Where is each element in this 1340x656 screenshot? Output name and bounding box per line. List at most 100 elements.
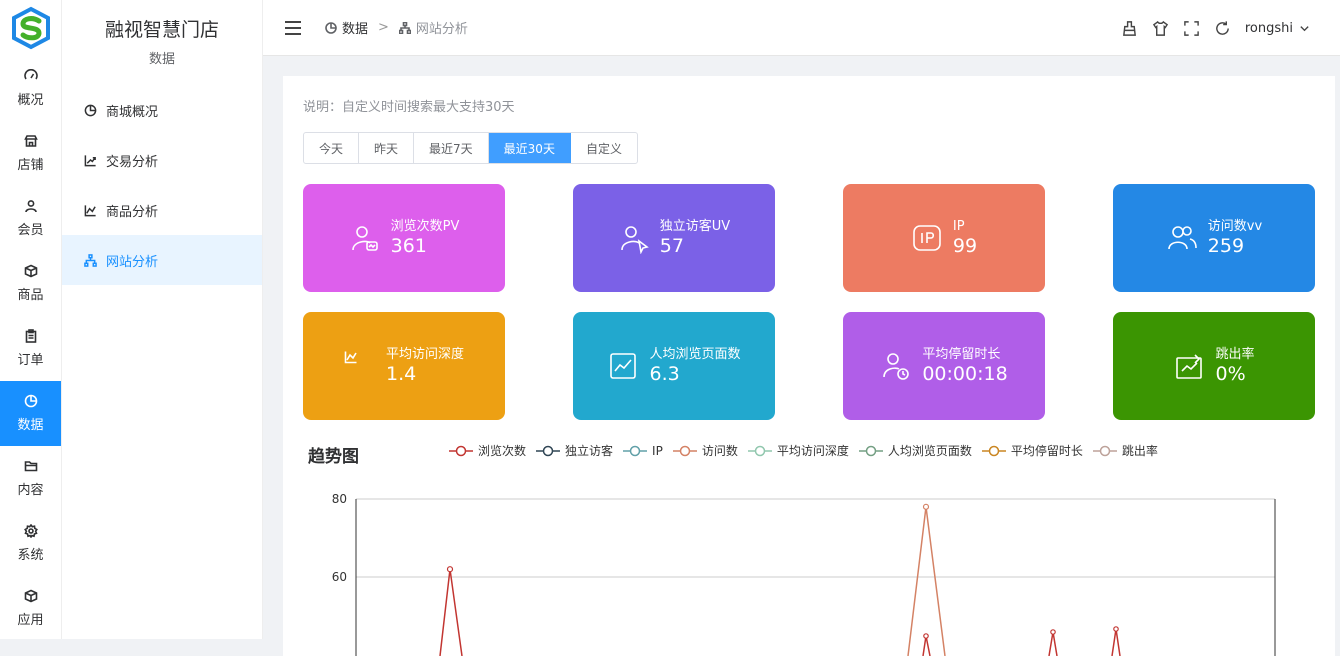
legend-item[interactable]: 浏览次数 [449, 442, 526, 459]
data-point [1050, 629, 1056, 635]
trend-up-icon [84, 154, 96, 166]
rail-item-8[interactable]: 应用 [0, 576, 61, 641]
stat-card: IP 99 [843, 184, 1045, 292]
stat-value: 259 [1207, 235, 1245, 257]
user-menu[interactable]: rongshi [1245, 21, 1310, 36]
sub-nav: 融视智慧门店 数据 商城概况 交易分析 商品分析 网站分析 [62, 0, 263, 639]
stat-label: 人均浏览页面数 [649, 347, 741, 362]
rail-item-label: 订单 [17, 353, 44, 368]
rail-item-5[interactable]: 数据 [0, 381, 61, 446]
trend-chart-title: 趋势图 [308, 447, 359, 467]
sub-nav-label: 交易分析 [106, 154, 159, 170]
clear-cache-icon[interactable] [1121, 20, 1138, 37]
stat-card: 跳出率 0% [1113, 312, 1315, 420]
range-button-2[interactable]: 最近7天 [414, 133, 489, 163]
range-button-0[interactable]: 今天 [304, 133, 360, 163]
users-icon [1167, 226, 1197, 250]
stat-value: 361 [390, 235, 427, 257]
stat-label: 浏览次数PV [390, 219, 460, 234]
stat-card: 人均浏览页面数 6.3 [573, 312, 775, 420]
rail-item-3[interactable]: 商品 [0, 251, 61, 316]
username: rongshi [1244, 20, 1293, 36]
rail-item-6[interactable]: 内容 [0, 446, 61, 511]
clipboard-icon [25, 329, 36, 343]
stat-card: 平均访问深度 1.4 [303, 312, 505, 420]
stat-card: 平均停留时长 00:00:18 [843, 312, 1045, 420]
refresh-icon[interactable] [1214, 20, 1231, 37]
stat-card: 浏览次数PV 361 [303, 184, 505, 292]
store-name: 融视智慧门店 [104, 19, 219, 41]
menu-toggle-icon[interactable] [285, 20, 301, 35]
series-line [1048, 631, 1058, 656]
rail-item-label: 应用 [17, 613, 44, 628]
fullscreen-icon[interactable] [1183, 20, 1200, 37]
stat-value: 0% [1215, 363, 1246, 385]
data-point [446, 566, 454, 573]
shop-icon [23, 135, 38, 147]
main-nav-rail: 概况店铺会员商品订单数据 内容 系统应用 [0, 0, 62, 639]
stat-card: 访问数vv 259 [1113, 184, 1315, 292]
stat-label: 访问数vv [1207, 219, 1263, 234]
legend-marker [981, 445, 1006, 456]
legend-item[interactable]: 独立访客 [536, 442, 613, 459]
rail-item-1[interactable]: 店铺 [0, 121, 61, 186]
line-chart-icon [84, 204, 96, 216]
legend-item[interactable]: 平均访问深度 [747, 442, 849, 459]
legend-item[interactable]: 人均浏览页面数 [858, 442, 972, 459]
pie-chart-icon [84, 104, 97, 116]
legend-item[interactable]: 平均停留时长 [981, 442, 1083, 459]
chart-legend: 浏览次数 独立访客 IP 访问数 平均访问深度 人均浏览页面数 平均停留时长 跳出率 [449, 442, 1158, 459]
legend-label: 平均停留时长 [1010, 444, 1083, 458]
y-tick-label: 80 [332, 492, 347, 506]
legend-marker [623, 445, 648, 456]
stat-value: 57 [659, 235, 684, 257]
ip-icon [913, 225, 941, 251]
stat-card: 独立访客UV 57 [573, 184, 775, 292]
brand-logo[interactable] [0, 0, 61, 56]
sub-nav-item-1[interactable]: 交易分析 [62, 135, 262, 185]
trend-chart: 80 60 [332, 492, 1276, 656]
legend-item[interactable]: 跳出率 [1092, 442, 1158, 459]
legend-marker [449, 445, 473, 456]
rail-item-2[interactable]: 会员 [0, 186, 61, 251]
range-button-1[interactable]: 昨天 [359, 133, 415, 163]
breadcrumb: 数据 > 网站分析 [325, 18, 468, 37]
rail-item-0[interactable]: 概况 [0, 56, 61, 121]
range-button-4[interactable]: 自定义 [571, 133, 637, 163]
stat-value: 1.4 [385, 363, 417, 385]
user-card-icon [351, 226, 378, 251]
sub-nav-item-3[interactable]: 网站分析 [62, 235, 262, 285]
data-point [923, 633, 929, 639]
breadcrumb-item-website: 网站分析 [415, 22, 468, 37]
sub-nav-item-0[interactable]: 商城概况 [62, 85, 262, 135]
sub-nav-item-2[interactable]: 商品分析 [62, 185, 262, 235]
rail-item-label: 商品 [17, 288, 44, 303]
line-chart-icon [344, 351, 357, 364]
sub-nav-label: 商城概况 [106, 104, 159, 120]
gear-icon [23, 524, 38, 538]
sub-nav-label: 网站分析 [106, 254, 159, 270]
range-button-3[interactable]: 最近30天 [488, 133, 571, 163]
breadcrumb-item-data[interactable]: 数据 [342, 18, 368, 37]
pie-chart-icon [325, 21, 337, 34]
rail-item-4[interactable]: 订单 [0, 316, 61, 381]
series-line [439, 569, 463, 656]
stat-label: IP [952, 219, 965, 234]
user-icon [24, 200, 37, 213]
legend-marker [858, 445, 883, 456]
legend-item[interactable]: IP [623, 442, 663, 459]
theme-shirt-icon[interactable] [1152, 20, 1169, 37]
data-point [922, 503, 930, 510]
pie-chart-icon [24, 394, 37, 408]
legend-item[interactable]: 访问数 [672, 442, 738, 459]
stat-value: 99 [952, 235, 978, 257]
date-range-selector: 今天 昨天 最近7天 最近30天 自定义 [303, 132, 638, 164]
rail-item-label: 会员 [17, 223, 44, 238]
y-tick-label: 60 [332, 570, 347, 584]
rail-item-7[interactable]: 系统 [0, 511, 61, 576]
top-actions: rongshi [1121, 0, 1310, 56]
logo-icon [11, 6, 50, 50]
sitemap-icon [398, 21, 411, 34]
rail-item-label: 概况 [17, 93, 44, 108]
user-click-icon [620, 226, 649, 254]
